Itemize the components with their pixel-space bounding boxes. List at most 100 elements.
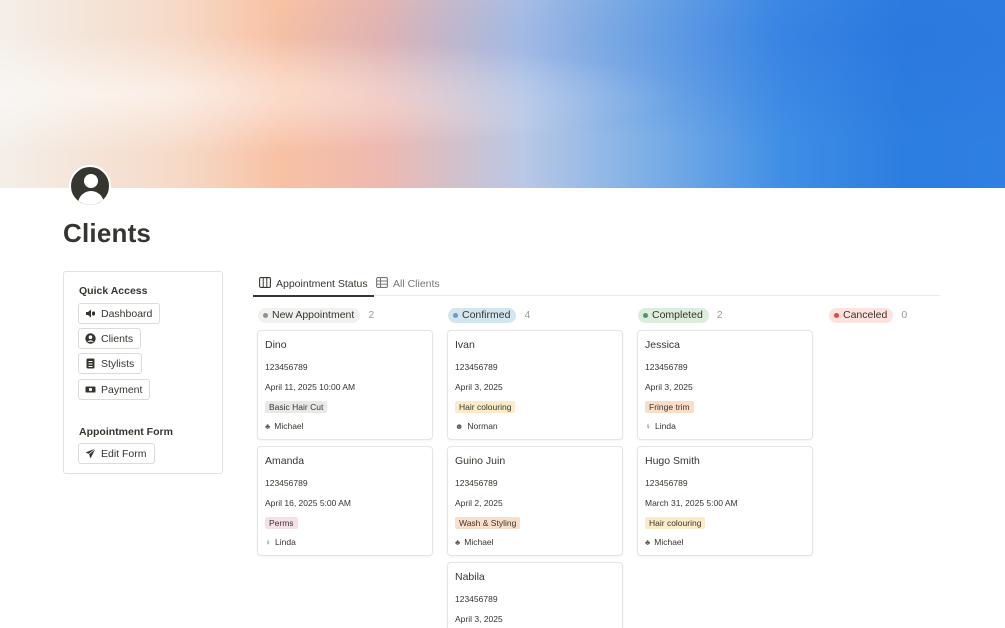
stylist-name: Linda [275, 537, 296, 547]
status-dot-icon [453, 312, 458, 318]
column-count: 2 [368, 309, 375, 321]
stylist-icon: ♣ [455, 537, 461, 547]
client-phone: 123456789 [265, 362, 308, 372]
stylist-name: Michael [274, 421, 304, 431]
money-icon [85, 384, 96, 395]
appointment-date: April 3, 2025 [455, 614, 503, 624]
cover-image [0, 0, 1005, 188]
user-circle-icon [85, 333, 96, 344]
stylist-icon: ☻ [455, 421, 464, 431]
client-name: Amanda [265, 455, 305, 467]
client-name: Dino [265, 339, 287, 351]
stylist: ♣ Michael [455, 537, 494, 547]
status-badge: Completed [638, 307, 709, 323]
client-phone: 123456789 [265, 478, 308, 488]
client-card-guino-juin[interactable]: Guino Juin 123456789 April 2, 2025 Wash … [447, 446, 623, 556]
stylist-icon: ♣ [265, 421, 271, 431]
status-label: Completed [652, 309, 703, 321]
quick-access-panel: Quick Access Dashboard Clients Stylists … [63, 271, 223, 474]
stylist-icon: ♣ [645, 537, 651, 547]
appointment-date: April 16, 2025 5:00 AM [265, 498, 352, 508]
client-phone: 123456789 [455, 594, 498, 604]
stylist-name: Norman [467, 421, 498, 431]
client-name: Ivan [455, 339, 475, 351]
board-icon [259, 277, 271, 291]
user-avatar-icon [69, 165, 111, 207]
client-name: Hugo Smith [645, 455, 700, 467]
status-label: Confirmed [462, 309, 511, 321]
service-tag: Hair colouring [645, 517, 706, 529]
tab-all-clients-label: All Clients [393, 278, 440, 290]
edit-form-label: Edit Form [101, 447, 147, 460]
column-count: 2 [716, 309, 723, 321]
client-card-dino[interactable]: Dino 123456789 April 11, 2025 10:00 AM B… [257, 330, 433, 440]
column-header-canceled[interactable]: Canceled 0 [829, 307, 907, 323]
edit-form-button[interactable]: Edit Form [78, 443, 155, 464]
column-header-new-appointment[interactable]: New Appointment 2 [258, 307, 374, 323]
status-dot-icon [643, 312, 648, 318]
tab-all-clients[interactable]: All Clients [370, 272, 446, 296]
client-name: Guino Juin [455, 455, 506, 467]
megaphone-icon [85, 308, 96, 319]
column-count: 0 [901, 309, 908, 321]
column-header-confirmed[interactable]: Confirmed 4 [448, 307, 530, 323]
appointment-date: March 31, 2025 5:00 AM [645, 498, 738, 508]
status-dot-icon [263, 312, 268, 318]
status-badge: New Appointment [258, 307, 361, 323]
payment-label: Payment [101, 383, 143, 396]
status-label: New Appointment [272, 309, 355, 321]
appointment-form-heading: Appointment Form [79, 426, 173, 438]
service-tag: Wash & Styling [455, 517, 521, 529]
stylist: ♣ Michael [645, 537, 684, 547]
stylist: ♣ Michael [265, 421, 304, 431]
dashboard-label: Dashboard [101, 307, 153, 320]
tab-appointment-status-label: Appointment Status [276, 278, 368, 290]
status-label: Canceled [843, 309, 888, 321]
service-tag: Hair colouring [455, 401, 516, 413]
stylist: ♀ Linda [265, 537, 296, 547]
client-phone: 123456789 [645, 478, 688, 488]
client-card-ivan[interactable]: Ivan 123456789 April 3, 2025 Hair colour… [447, 330, 623, 440]
appointment-date: April 2, 2025 [455, 498, 503, 508]
client-name: Jessica [645, 339, 681, 351]
id-badge-icon [85, 358, 96, 369]
service-tag: Basic Hair Cut [265, 401, 328, 413]
stylist: ☻ Norman [455, 421, 498, 431]
client-card-amanda[interactable]: Amanda 123456789 April 16, 2025 5:00 AM … [257, 446, 433, 556]
status-badge: Canceled [829, 307, 894, 323]
stylists-button[interactable]: Stylists [78, 353, 143, 374]
service-tag: Perms [265, 517, 298, 529]
table-icon [376, 277, 388, 291]
client-phone: 123456789 [455, 362, 498, 372]
stylist-icon: ♀ [265, 537, 271, 547]
column-header-completed[interactable]: Completed 2 [638, 307, 723, 323]
appointment-date: April 3, 2025 [455, 382, 503, 392]
dashboard-button[interactable]: Dashboard [78, 303, 161, 324]
service-tag: Fringe trim [645, 401, 694, 413]
client-phone: 123456789 [455, 478, 498, 488]
page-title: Clients [63, 218, 152, 248]
client-card-nabila[interactable]: Nabila 123456789 April 3, 2025 [447, 562, 623, 628]
stylist-icon: ♀ [645, 421, 651, 431]
client-phone: 123456789 [645, 362, 688, 372]
appointment-date: April 3, 2025 [645, 382, 693, 392]
quick-access-heading: Quick Access [79, 285, 148, 297]
status-badge: Confirmed [448, 307, 517, 323]
stylist-name: Linda [655, 421, 676, 431]
view-tabs: Appointment Status All Clients [253, 272, 940, 297]
status-dot-icon [834, 312, 839, 318]
tab-appointment-status[interactable]: Appointment Status [253, 272, 374, 297]
stylist-name: Michael [654, 537, 684, 547]
appointment-date: April 11, 2025 10:00 AM [265, 382, 356, 392]
payment-button[interactable]: Payment [78, 379, 151, 400]
client-card-hugo-smith[interactable]: Hugo Smith 123456789 March 31, 2025 5:00… [637, 446, 813, 556]
paper-plane-icon [85, 448, 96, 459]
clients-button[interactable]: Clients [78, 328, 142, 349]
stylist: ♀ Linda [645, 421, 676, 431]
client-name: Nabila [455, 571, 485, 583]
clients-label: Clients [101, 332, 134, 345]
client-card-jessica[interactable]: Jessica 123456789 April 3, 2025 Fringe t… [637, 330, 813, 440]
stylist-name: Michael [464, 537, 494, 547]
column-count: 4 [524, 309, 531, 321]
stylists-label: Stylists [101, 357, 135, 370]
